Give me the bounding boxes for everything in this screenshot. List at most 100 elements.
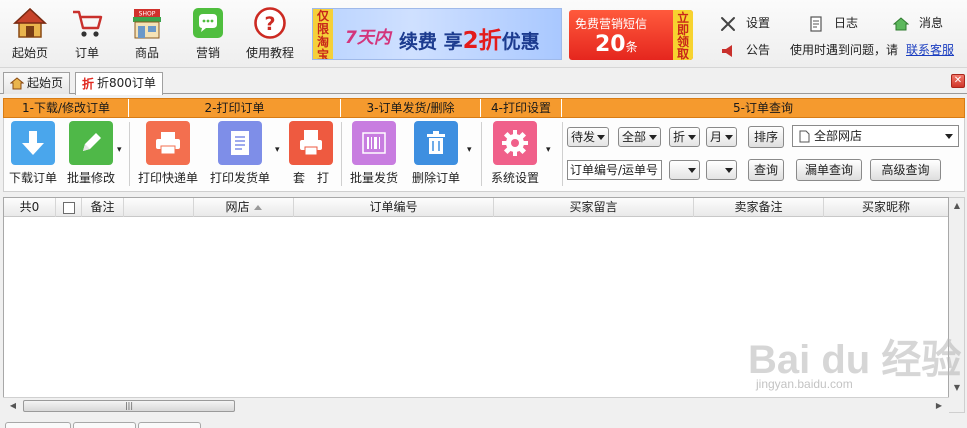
print-express-label: 打印快递单: [137, 171, 198, 185]
download-arrow-icon: [11, 121, 55, 165]
missing-order-query-button[interactable]: 漏单查询: [796, 159, 862, 181]
nav-order-button[interactable]: 订单: [57, 4, 117, 64]
bottom-tab-3[interactable]: [138, 422, 201, 428]
nav-home-button[interactable]: 起始页: [0, 4, 60, 64]
system-settings-button[interactable]: 系统设置: [487, 121, 543, 187]
settings-link[interactable]: 设置: [720, 15, 770, 31]
contact-support-link[interactable]: 联系客服: [906, 42, 954, 58]
renewal-discount-banner[interactable]: 仅限淘宝 7天内 续费 享2折优惠: [312, 8, 562, 60]
sort-button[interactable]: 排序: [748, 126, 784, 148]
col-buyer-message[interactable]: 买家留言: [494, 198, 694, 217]
shop-select[interactable]: 全部网店: [792, 125, 959, 147]
svg-text:?: ?: [264, 13, 275, 35]
chat-bubble-icon: [193, 8, 223, 38]
scroll-right-icon[interactable]: ▶: [931, 398, 947, 414]
problem-text: 使用时遇到问题，请: [790, 43, 899, 57]
tab-zhe800-orders[interactable]: 折折800订单: [75, 72, 163, 95]
delete-order-dropdown-icon[interactable]: ▾: [467, 146, 475, 155]
section-print-settings: 4-打印设置: [481, 99, 562, 117]
type-filter-select[interactable]: 折: [669, 127, 700, 147]
barcode-icon: [352, 121, 396, 165]
house-icon: [10, 77, 24, 90]
nav-marketing-button[interactable]: 营销: [178, 4, 238, 64]
col-blank: [124, 198, 194, 217]
nav-goods-button[interactable]: SHOP 商品: [117, 4, 177, 64]
top-navigation-bar: 起始页 订单 SHOP 商品 营销 ? 使用教程 仅限淘宝 7天内 续费 享2折…: [0, 0, 967, 68]
batch-ship-label: 批量发货: [349, 171, 398, 185]
bottom-tab-1[interactable]: [5, 422, 71, 428]
shopping-cart-icon: [73, 10, 103, 37]
banner-post-text: 优惠: [501, 31, 540, 53]
query-button[interactable]: 查询: [748, 159, 784, 181]
free-sms-text: 免费营销短信: [575, 17, 648, 31]
all-filter-select[interactable]: 全部: [618, 127, 661, 147]
nav-tutorial-label: 使用教程: [245, 46, 294, 60]
notice-label: 公告: [746, 43, 771, 57]
house-icon: [13, 7, 47, 38]
scroll-up-icon[interactable]: ▲: [949, 198, 965, 214]
section-header-bar: 1-下载/修改订单 2-打印订单 3-订单发货/删除 4-打印设置 5-订单查询: [3, 98, 965, 118]
claim-now-tag[interactable]: 立即领取: [673, 10, 693, 60]
log-label: 日志: [834, 16, 859, 30]
month-filter-select[interactable]: 月: [706, 127, 737, 147]
section-download-modify: 1-下载/修改订单: [4, 99, 129, 117]
system-settings-label: 系统设置: [490, 171, 539, 185]
batch-modify-button[interactable]: 批量修改: [64, 121, 118, 187]
select-all-checkbox-cell: [56, 198, 82, 217]
col-shop[interactable]: 网店: [194, 198, 294, 217]
scroll-left-icon[interactable]: ◀: [5, 398, 21, 414]
set-print-label: 套 打: [292, 171, 329, 185]
col-remark[interactable]: 备注: [82, 198, 124, 217]
print-express-button[interactable]: 打印快递单: [136, 121, 200, 187]
set-print-button[interactable]: 套 打: [286, 121, 336, 187]
delete-order-label: 删除订单: [411, 171, 460, 185]
document-icon: [810, 15, 822, 32]
print-invoice-button[interactable]: 打印发货单: [207, 121, 273, 187]
horizontal-scroll-thumb[interactable]: |||: [23, 400, 235, 412]
grid-horizontal-scrollbar[interactable]: ◀ ||| ▶: [3, 397, 949, 413]
zhe800-icon: 折: [82, 76, 95, 91]
free-sms-count: 20条: [595, 32, 638, 57]
banner-main-text: 续费 享2折优惠: [399, 21, 540, 55]
select-all-checkbox[interactable]: [62, 201, 75, 214]
message-label: 消息: [919, 16, 944, 30]
home-message-icon: [893, 16, 909, 30]
delete-order-button[interactable]: 删除订单: [408, 121, 464, 187]
overlay-print-icon: [289, 121, 333, 165]
advanced-query-button[interactable]: 高级查询: [870, 159, 941, 181]
tools-icon: [721, 16, 735, 31]
col-order-no[interactable]: 订单编号: [294, 198, 494, 217]
nav-marketing-label: 营销: [195, 46, 220, 60]
section-ship-delete: 3-订单发货/删除: [341, 99, 481, 117]
notice-link[interactable]: 公告: [720, 42, 770, 58]
grid-header: 共0 备注 网店 订单编号 买家留言 卖家备注 买家昵称: [4, 198, 948, 217]
status-filter-select[interactable]: 待发: [567, 127, 609, 147]
bottom-tab-2[interactable]: [73, 422, 136, 428]
pencil-icon: [69, 121, 113, 165]
download-order-button[interactable]: 下载订单: [7, 121, 59, 187]
col-seller-remark[interactable]: 卖家备注: [694, 198, 824, 217]
batch-ship-button[interactable]: 批量发货: [347, 121, 401, 187]
print-invoice-label: 打印发货单: [209, 171, 270, 185]
shop-badge-text: SHOP: [139, 11, 156, 18]
grid-vertical-scrollbar[interactable]: ▲ ▼: [949, 197, 965, 413]
banner-discount-number: 2折: [462, 28, 502, 54]
tab-home-label: 起始页: [27, 76, 64, 90]
tab-home[interactable]: 起始页: [3, 72, 71, 94]
print-invoice-dropdown-icon[interactable]: ▾: [275, 146, 283, 155]
scroll-down-icon[interactable]: ▼: [949, 380, 965, 396]
batch-modify-dropdown-icon[interactable]: ▾: [117, 146, 125, 155]
banner-days-text: 7天内: [345, 28, 391, 48]
close-tab-icon[interactable]: ✕: [951, 74, 965, 88]
free-sms-banner[interactable]: 免费营销短信 20条 立即领取: [569, 10, 693, 60]
extra-filter-select-2[interactable]: [706, 160, 737, 180]
tab-strip: 起始页 折折800订单: [0, 70, 967, 95]
system-settings-dropdown-icon[interactable]: ▾: [546, 146, 554, 155]
col-buyer-nickname[interactable]: 买家昵称: [824, 198, 948, 217]
order-no-search-input[interactable]: 订单编号/运单号: [567, 160, 662, 180]
log-link[interactable]: 日志: [808, 15, 859, 32]
nav-tutorial-button[interactable]: ? 使用教程: [238, 4, 302, 64]
gear-icon: [493, 121, 537, 165]
message-link[interactable]: 消息: [893, 15, 943, 31]
extra-filter-select-1[interactable]: [669, 160, 700, 180]
